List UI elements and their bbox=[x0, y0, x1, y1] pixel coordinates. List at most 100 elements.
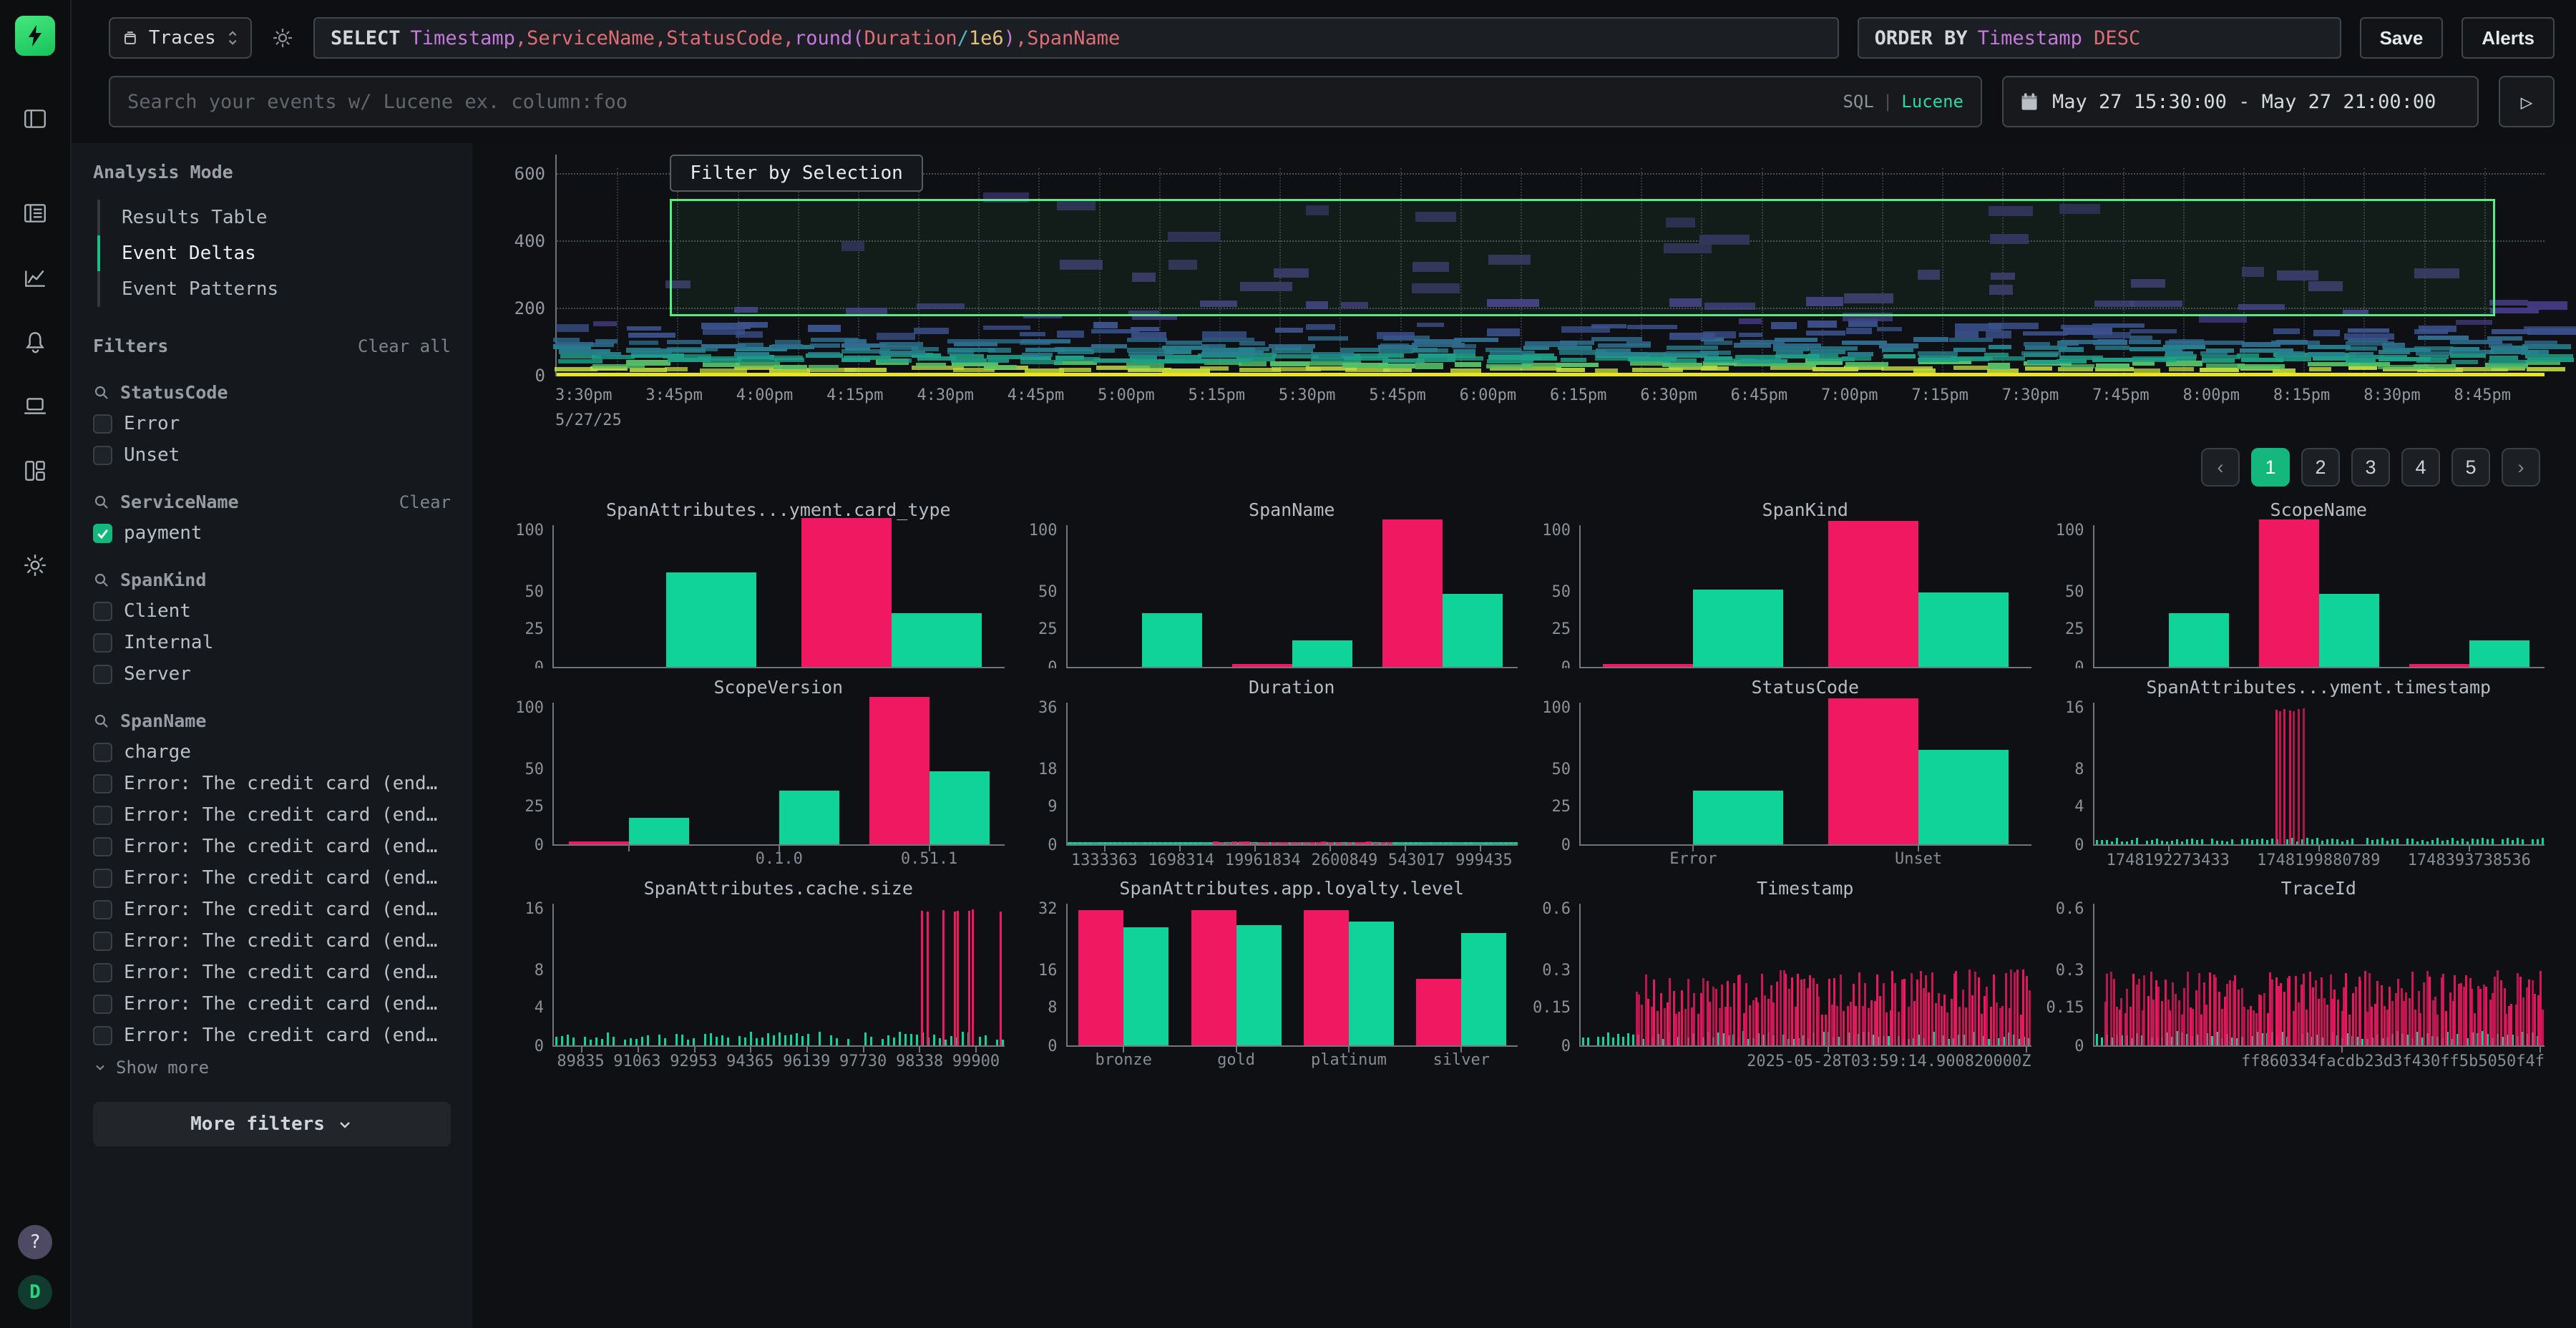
checkbox[interactable] bbox=[93, 774, 112, 794]
filter-option[interactable]: payment bbox=[93, 522, 451, 544]
heatmap-segment bbox=[2527, 367, 2565, 371]
more-filters-button[interactable]: More filters bbox=[93, 1102, 451, 1146]
timeline-plot[interactable]: Filter by Selection bbox=[555, 155, 2545, 376]
filter-option[interactable]: Unset bbox=[93, 444, 451, 466]
filter-option[interactable]: Error: The credit card (end… bbox=[93, 867, 451, 889]
filter-option[interactable]: Client bbox=[93, 600, 451, 622]
comb-green bbox=[2246, 839, 2248, 844]
timeline-selection-box[interactable] bbox=[670, 199, 2494, 316]
source-settings-gear-icon[interactable] bbox=[270, 26, 295, 50]
settings-gear-icon[interactable] bbox=[12, 542, 58, 588]
checkbox[interactable] bbox=[93, 665, 112, 684]
sql-toggle[interactable]: SQL bbox=[1843, 92, 1873, 112]
filter-option[interactable]: Error bbox=[93, 413, 451, 434]
language-toggle: SQL | Lucene bbox=[1843, 92, 1963, 112]
analysis-mode-item-event-deltas[interactable]: Event Deltas bbox=[97, 235, 451, 271]
pagination-page-1[interactable]: 1 bbox=[2251, 448, 2290, 487]
checkbox[interactable] bbox=[93, 963, 112, 982]
spike-red bbox=[1885, 1012, 1888, 1045]
checkbox[interactable] bbox=[93, 446, 112, 465]
comb-green bbox=[2421, 840, 2424, 844]
search-input[interactable] bbox=[127, 91, 1843, 113]
pagination-page-2[interactable]: 2 bbox=[2301, 448, 2340, 487]
pagination-page-4[interactable]: 4 bbox=[2401, 448, 2440, 487]
heatmap-segment bbox=[775, 340, 801, 344]
panel-toggle-icon[interactable] bbox=[12, 96, 58, 142]
spike-red bbox=[1660, 993, 1662, 1045]
checkbox[interactable] bbox=[93, 633, 112, 653]
checkbox[interactable] bbox=[93, 602, 112, 621]
bar-outlier-red bbox=[1603, 664, 1693, 667]
checkbox-checked[interactable] bbox=[93, 524, 112, 543]
date-range-picker[interactable]: May 27 15:30:00 - May 27 21:00:00 bbox=[2002, 76, 2479, 127]
heatmap-segment bbox=[1453, 349, 1475, 353]
pagination-prev[interactable]: ‹ bbox=[2201, 448, 2240, 487]
pagination-page-5[interactable]: 5 bbox=[2451, 448, 2490, 487]
mini-chart-plot: bronzegoldplatinumsilver bbox=[1066, 904, 1518, 1047]
filter-by-selection-button[interactable]: Filter by Selection bbox=[670, 155, 922, 192]
save-button[interactable]: Save bbox=[2360, 17, 2444, 59]
checkbox[interactable] bbox=[93, 1026, 112, 1045]
analysis-mode-item-event-patterns[interactable]: Event Patterns bbox=[97, 271, 451, 307]
order-by-editor[interactable]: ORDER BY Timestamp DESC bbox=[1858, 17, 2341, 59]
comb-green bbox=[1612, 1038, 1614, 1045]
spike-red bbox=[1809, 975, 1811, 1045]
checkbox[interactable] bbox=[93, 414, 112, 434]
timeline-y-tick: 0 bbox=[535, 366, 545, 386]
timeline-x-tick: 8:00pm bbox=[2182, 386, 2273, 404]
pagination-next[interactable]: › bbox=[2502, 448, 2540, 487]
spike-red bbox=[1225, 843, 1231, 844]
filter-option[interactable]: Error: The credit card (end… bbox=[93, 1025, 451, 1046]
user-avatar[interactable]: D bbox=[18, 1275, 52, 1309]
clear-all-link[interactable]: Clear all bbox=[358, 336, 451, 356]
query-token: Timestamp bbox=[411, 27, 515, 49]
checkbox[interactable] bbox=[93, 806, 112, 825]
comb-green bbox=[784, 1035, 786, 1045]
sessions-laptop-icon[interactable] bbox=[12, 384, 58, 429]
checkbox[interactable] bbox=[93, 869, 112, 888]
category-label: gold bbox=[1217, 1051, 1255, 1069]
search-events-icon[interactable] bbox=[12, 190, 58, 236]
select-query-editor[interactable]: SELECT Timestamp,ServiceName,StatusCode,… bbox=[313, 17, 1839, 59]
analysis-mode-item-results-table[interactable]: Results Table bbox=[97, 200, 451, 235]
checkbox[interactable] bbox=[93, 995, 112, 1014]
clear-filter-link[interactable]: Clear bbox=[399, 492, 451, 512]
filter-option[interactable]: Server bbox=[93, 663, 451, 685]
dashboards-icon[interactable] bbox=[12, 448, 58, 494]
checkbox[interactable] bbox=[93, 900, 112, 919]
checkbox[interactable] bbox=[93, 743, 112, 762]
bar-inlier-green bbox=[2319, 594, 2379, 667]
alerts-bell-icon[interactable] bbox=[12, 319, 58, 365]
filter-option[interactable]: Error: The credit card (end… bbox=[93, 804, 451, 826]
comb-green bbox=[1587, 1038, 1589, 1045]
filter-option[interactable]: Error: The credit card (end… bbox=[93, 962, 451, 983]
filter-option[interactable]: Error: The credit card (end… bbox=[93, 836, 451, 857]
filter-option[interactable]: Error: The credit card (end… bbox=[93, 930, 451, 952]
checkbox[interactable] bbox=[93, 837, 112, 856]
alerts-button[interactable]: Alerts bbox=[2462, 17, 2555, 59]
query-token: StatusCode bbox=[666, 27, 783, 49]
spike-red bbox=[2323, 998, 2326, 1045]
show-more-link[interactable]: Show more bbox=[93, 1058, 451, 1078]
filter-option[interactable]: Error: The credit card (end… bbox=[93, 993, 451, 1015]
category-tick bbox=[1692, 667, 1694, 668]
help-button[interactable]: ? bbox=[18, 1225, 52, 1259]
bar-inlier-green bbox=[1443, 594, 1503, 667]
spike-red bbox=[2293, 711, 2295, 844]
filter-option-label: Error: The credit card (end… bbox=[124, 804, 437, 826]
x-label: 1333363 bbox=[1071, 851, 1138, 869]
pagination-page-3[interactable]: 3 bbox=[2351, 448, 2390, 487]
comb-green bbox=[985, 1035, 987, 1045]
source-select[interactable]: Traces bbox=[109, 17, 252, 59]
filter-option[interactable]: charge bbox=[93, 741, 451, 763]
run-query-button[interactable]: ▷ bbox=[2499, 76, 2555, 127]
spike-red bbox=[2355, 987, 2357, 1045]
filter-option[interactable]: Error: The credit card (end… bbox=[93, 899, 451, 920]
hyperdx-logo[interactable] bbox=[15, 16, 55, 56]
chart-explorer-icon[interactable] bbox=[12, 255, 58, 301]
lucene-toggle[interactable]: Lucene bbox=[1901, 92, 1963, 112]
filter-option[interactable]: Internal bbox=[93, 632, 451, 653]
filter-option[interactable]: Error: The credit card (end… bbox=[93, 773, 451, 794]
bar-outlier-red bbox=[2259, 519, 2319, 667]
checkbox[interactable] bbox=[93, 932, 112, 951]
